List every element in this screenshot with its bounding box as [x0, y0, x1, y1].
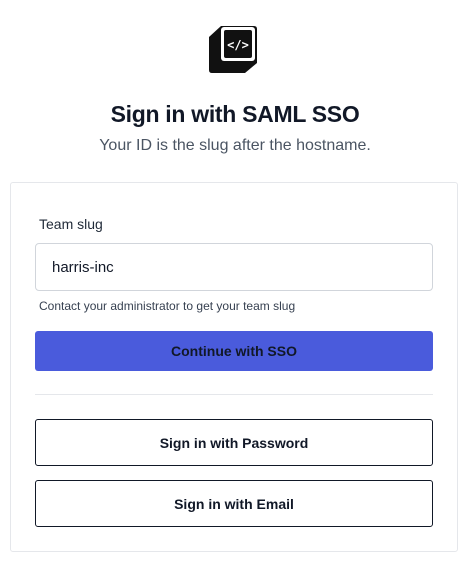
- svg-text:</>: </>: [227, 38, 249, 52]
- page-subtitle: Your ID is the slug after the hostname.: [99, 137, 371, 154]
- team-slug-label: Team slug: [39, 216, 103, 232]
- team-slug-input[interactable]: [35, 243, 433, 291]
- divider: [35, 394, 433, 395]
- continue-with-sso-button[interactable]: Continue with SSO: [35, 331, 433, 371]
- code-cube-logo-icon: </>: [207, 25, 259, 75]
- page-title: Sign in with SAML SSO: [110, 101, 360, 127]
- sign-in-with-email-button[interactable]: Sign in with Email: [35, 480, 433, 527]
- saml-sso-page: </> Sign in with SAML SSO Your ID is the…: [0, 0, 470, 568]
- sign-in-with-password-button[interactable]: Sign in with Password: [35, 419, 433, 466]
- team-slug-help-text: Contact your administrator to get your t…: [39, 299, 296, 313]
